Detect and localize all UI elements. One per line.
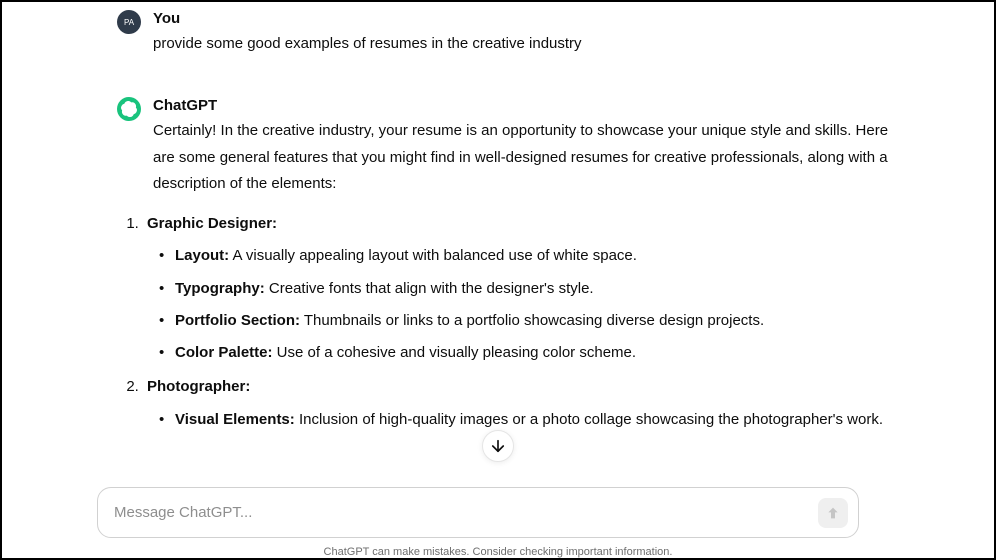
openai-logo-icon (121, 101, 137, 117)
assistant-message: ChatGPT Certainly! In the creative indus… (2, 97, 994, 441)
list-heading: Graphic Designer: (147, 215, 277, 232)
assistant-avatar (117, 97, 141, 121)
sub-text: Inclusion of high-quality images or a ph… (295, 411, 883, 428)
arrow-down-icon (489, 437, 507, 455)
sub-label: Color Palette: (175, 344, 273, 361)
user-message: PA You provide some good examples of res… (2, 10, 994, 57)
arrow-up-icon (825, 505, 841, 521)
list-item: Graphic Designer: Layout: A visually app… (143, 211, 894, 366)
sub-label: Typography: (175, 280, 265, 297)
sub-label: Layout: (175, 247, 229, 264)
assistant-intro: Certainly! In the creative industry, you… (153, 118, 894, 197)
assistant-author-label: ChatGPT (153, 97, 894, 114)
assistant-message-body: ChatGPT Certainly! In the creative indus… (153, 97, 994, 441)
sub-item: Visual Elements: Inclusion of high-quali… (159, 407, 894, 433)
sub-item: Color Palette: Use of a cohesive and vis… (159, 340, 894, 366)
composer (97, 487, 859, 538)
sub-text: A visually appealing layout with balance… (229, 247, 637, 264)
user-author-label: You (153, 10, 894, 27)
sub-label: Visual Elements: (175, 411, 295, 428)
resume-list: Graphic Designer: Layout: A visually app… (143, 211, 894, 433)
list-item: Photographer: Visual Elements: Inclusion… (143, 374, 894, 433)
send-button[interactable] (818, 498, 848, 528)
user-message-body: You provide some good examples of resume… (153, 10, 994, 57)
composer-box (97, 487, 859, 538)
user-avatar: PA (117, 10, 141, 34)
user-message-text: provide some good examples of resumes in… (153, 31, 894, 57)
scroll-to-bottom-button[interactable] (482, 430, 514, 462)
chat-conversation: PA You provide some good examples of res… (2, 2, 994, 558)
list-heading: Photographer: (147, 378, 250, 395)
sub-item: Typography: Creative fonts that align wi… (159, 276, 894, 302)
sub-list: Layout: A visually appealing layout with… (147, 243, 894, 366)
assistant-message-text: Certainly! In the creative industry, you… (153, 118, 894, 433)
sub-list: Visual Elements: Inclusion of high-quali… (147, 407, 894, 433)
sub-text: Creative fonts that align with the desig… (265, 280, 594, 297)
sub-label: Portfolio Section: (175, 312, 300, 329)
sub-item: Layout: A visually appealing layout with… (159, 243, 894, 269)
sub-text: Use of a cohesive and visually pleasing … (273, 344, 637, 361)
footer-disclaimer: ChatGPT can make mistakes. Consider chec… (2, 546, 994, 558)
message-input[interactable] (114, 504, 808, 521)
avatar-initials: PA (124, 18, 134, 27)
sub-item: Portfolio Section: Thumbnails or links t… (159, 308, 894, 334)
sub-text: Thumbnails or links to a portfolio showc… (300, 312, 764, 329)
